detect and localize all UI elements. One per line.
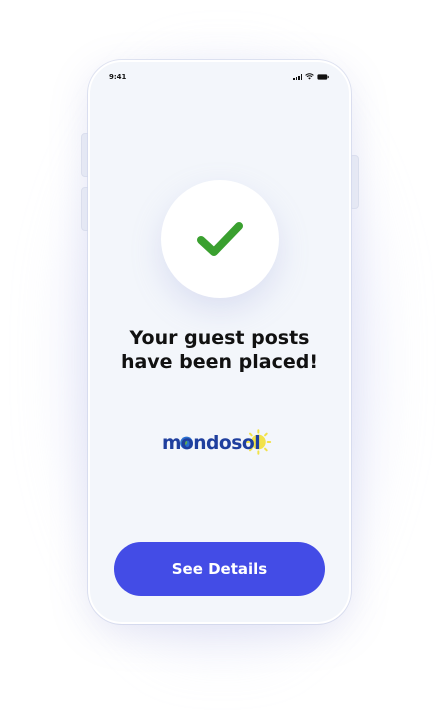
brand-logo: mondosol [160, 426, 280, 456]
mondosol-logo: mondosol [162, 429, 272, 455]
checkmark-icon [197, 222, 243, 256]
see-details-button[interactable]: See Details [114, 542, 325, 596]
battery-icon [317, 74, 329, 80]
logo-wordmark: mondosol [162, 433, 260, 454]
success-headline: Your guest posts have been placed! [90, 326, 349, 374]
headline-line-2: have been placed! [120, 351, 319, 373]
status-icons [293, 73, 329, 80]
signal-icon [293, 74, 302, 80]
status-time: 9:41 [109, 73, 127, 81]
screen-stage: 9:41 Your guest posts have been placed! … [0, 0, 445, 725]
wifi-icon [305, 73, 314, 80]
status-bar: 9:41 [90, 62, 349, 96]
success-badge [161, 180, 279, 298]
phone-frame: 9:41 Your guest posts have been placed! … [88, 60, 351, 624]
headline-line-1: Your guest posts [129, 327, 310, 349]
